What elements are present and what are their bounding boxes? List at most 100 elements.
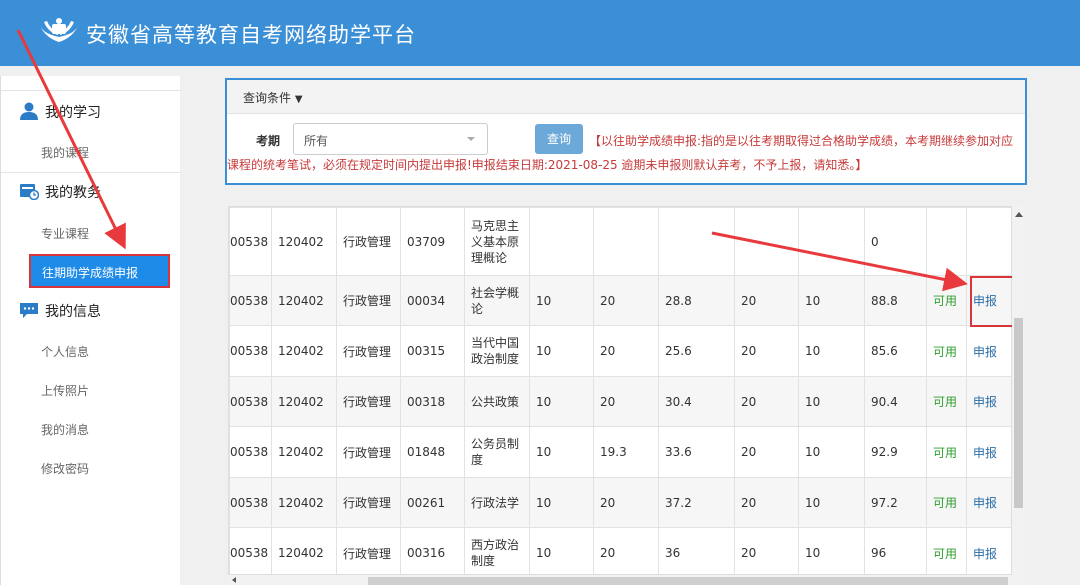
table-cell: 20 bbox=[593, 376, 659, 427]
table-cell: 120402 bbox=[271, 207, 337, 276]
table-cell: 行政管理 bbox=[336, 325, 401, 377]
apply-link[interactable]: 申报 bbox=[966, 477, 1011, 528]
sidebar-section-label: 我的学习 bbox=[45, 105, 101, 121]
table-cell: 120402 bbox=[271, 376, 337, 427]
table-row: 00538 120402 行政管理 00034 社会学概论 10 20 28.8 20 10 88.… bbox=[229, 275, 1011, 326]
table-cell: 120402 bbox=[271, 275, 337, 326]
table-cell bbox=[529, 207, 594, 276]
hands-badge-icon bbox=[40, 18, 78, 42]
table-cell: 公共政策 bbox=[464, 376, 530, 427]
chevron-down-icon: ▼ bbox=[294, 94, 303, 105]
table-cell: 西方政治制度 bbox=[464, 527, 530, 574]
sidebar-item-my-messages[interactable]: 我的消息 bbox=[41, 421, 89, 438]
status-cell: 可用 bbox=[926, 477, 967, 528]
term-select-value: 所有 bbox=[304, 134, 329, 148]
status-cell: 可用 bbox=[926, 325, 967, 377]
sidebar-item-major-courses[interactable]: 专业课程 bbox=[41, 225, 89, 242]
table-cell: 行政管理 bbox=[336, 275, 401, 326]
table-cell: 96 bbox=[864, 527, 927, 574]
table-cell: 20 bbox=[734, 376, 799, 427]
table-cell: 20 bbox=[593, 275, 659, 326]
highlight-apply-box bbox=[970, 276, 1015, 327]
scroll-left-icon[interactable] bbox=[232, 577, 236, 583]
table-cell: 20 bbox=[593, 527, 659, 574]
search-button[interactable]: 查询 bbox=[535, 124, 583, 154]
sidebar-item-change-password[interactable]: 修改密码 bbox=[41, 460, 89, 477]
scroll-up-icon[interactable] bbox=[1015, 212, 1023, 217]
apply-link bbox=[966, 207, 1011, 276]
table-cell: 30.4 bbox=[658, 376, 735, 427]
query-panel-title: 查询条件 ▼ bbox=[243, 91, 303, 105]
sidebar-item-personal-info[interactable]: 个人信息 bbox=[41, 343, 89, 360]
table-cell: 10 bbox=[798, 477, 865, 528]
table-row: 00538 120402 行政管理 00318 公共政策 10 20 30.4 20 10 90.4… bbox=[229, 376, 1011, 427]
top-header: 安徽省高等教育自考网络助学平台 bbox=[0, 0, 1080, 66]
table-cell: 10 bbox=[529, 527, 594, 574]
table-cell: 行政管理 bbox=[336, 376, 401, 427]
table-cell: 00538 bbox=[229, 527, 272, 574]
notice-text-line1: 【以往助学成绩申报:指的是以往考期取得过合格助学成绩，本考期继续参加对应 bbox=[589, 134, 1014, 148]
status-cell: 可用 bbox=[926, 376, 967, 427]
sidebar-section-label: 我的教务 bbox=[45, 185, 101, 201]
apply-link[interactable]: 申报 bbox=[966, 376, 1011, 427]
table-cell: 行政管理 bbox=[336, 426, 401, 478]
sidebar-section-label: 我的信息 bbox=[45, 304, 101, 320]
sidebar-item-my-courses[interactable]: 我的课程 bbox=[41, 144, 89, 161]
query-panel-header[interactable]: 查询条件 ▼ bbox=[227, 80, 1025, 114]
table-cell: 20 bbox=[593, 477, 659, 528]
term-select[interactable]: 所有 bbox=[293, 123, 488, 155]
term-label: 考期 bbox=[256, 134, 281, 148]
table-cell: 10 bbox=[798, 376, 865, 427]
scroll-thumb[interactable] bbox=[1014, 318, 1023, 508]
scroll-thumb[interactable] bbox=[368, 577, 1008, 585]
table-cell: 20 bbox=[734, 426, 799, 478]
sidebar-divider bbox=[1, 90, 181, 91]
table-cell: 00315 bbox=[400, 325, 465, 377]
status-cell bbox=[926, 207, 967, 276]
table-cell bbox=[798, 207, 865, 276]
vertical-scrollbar[interactable] bbox=[1012, 206, 1025, 575]
caret-down-icon bbox=[467, 137, 475, 141]
table-cell: 10 bbox=[798, 275, 865, 326]
table-cell: 10 bbox=[529, 426, 594, 478]
score-table-container: 00538 120402 行政管理 03709 马克思主义基本原理概论 0 00538 120… bbox=[228, 206, 1012, 575]
table-cell: 97.2 bbox=[864, 477, 927, 528]
table-cell: 20 bbox=[734, 477, 799, 528]
sidebar-item-past-score-apply[interactable]: 往期助学成绩申报 bbox=[29, 254, 170, 288]
table-cell: 行政法学 bbox=[464, 477, 530, 528]
table-cell: 20 bbox=[734, 275, 799, 326]
table-cell: 行政管理 bbox=[336, 477, 401, 528]
table-cell: 01848 bbox=[400, 426, 465, 478]
sidebar-item-upload-photo[interactable]: 上传照片 bbox=[41, 382, 89, 399]
apply-link[interactable]: 申报 bbox=[966, 426, 1011, 478]
query-panel: 查询条件 ▼ 考期 所有 查询 【以往助学成绩申报:指的是以往考期取得过合格助学… bbox=[225, 78, 1027, 185]
apply-link[interactable]: 申报 bbox=[966, 325, 1011, 377]
table-cell bbox=[593, 207, 659, 276]
table-cell: 37.2 bbox=[658, 477, 735, 528]
apply-link[interactable]: 申报 bbox=[966, 527, 1011, 574]
table-cell: 10 bbox=[529, 376, 594, 427]
sidebar-item-label: 往期助学成绩申报 bbox=[42, 266, 139, 280]
calendar-clock-icon bbox=[20, 184, 39, 200]
table-row: 00538 120402 行政管理 01848 公务员制度 10 19.3 33.6 20 10 9… bbox=[229, 426, 1011, 478]
horizontal-scrollbar[interactable] bbox=[228, 575, 1025, 585]
table-row: 00538 120402 行政管理 03709 马克思主义基本原理概论 0 bbox=[229, 207, 1011, 276]
table-cell: 当代中国政治制度 bbox=[464, 325, 530, 377]
table-cell: 00538 bbox=[229, 477, 272, 528]
table-cell bbox=[658, 207, 735, 276]
table-cell: 88.8 bbox=[864, 275, 927, 326]
user-icon bbox=[20, 102, 38, 120]
table-cell: 00318 bbox=[400, 376, 465, 427]
table-cell: 120402 bbox=[271, 426, 337, 478]
table-cell: 20 bbox=[734, 527, 799, 574]
table-row: 00538 120402 行政管理 00316 西方政治制度 10 20 36 20 10 96 可用… bbox=[229, 527, 1011, 574]
table-cell: 120402 bbox=[271, 325, 337, 377]
table-cell: 20 bbox=[593, 325, 659, 377]
status-cell: 可用 bbox=[926, 426, 967, 478]
table-cell: 00538 bbox=[229, 325, 272, 377]
table-cell: 120402 bbox=[271, 527, 337, 574]
sidebar: 我的学习 我的课程 我的教务 专业课程 往期助学成绩申报 我的信息 个人信息 上… bbox=[0, 76, 181, 585]
platform-title: 安徽省高等教育自考网络助学平台 bbox=[86, 23, 416, 47]
sidebar-divider bbox=[1, 172, 181, 173]
score-table: 00538 120402 行政管理 03709 马克思主义基本原理概论 0 00538 120… bbox=[229, 207, 1011, 574]
